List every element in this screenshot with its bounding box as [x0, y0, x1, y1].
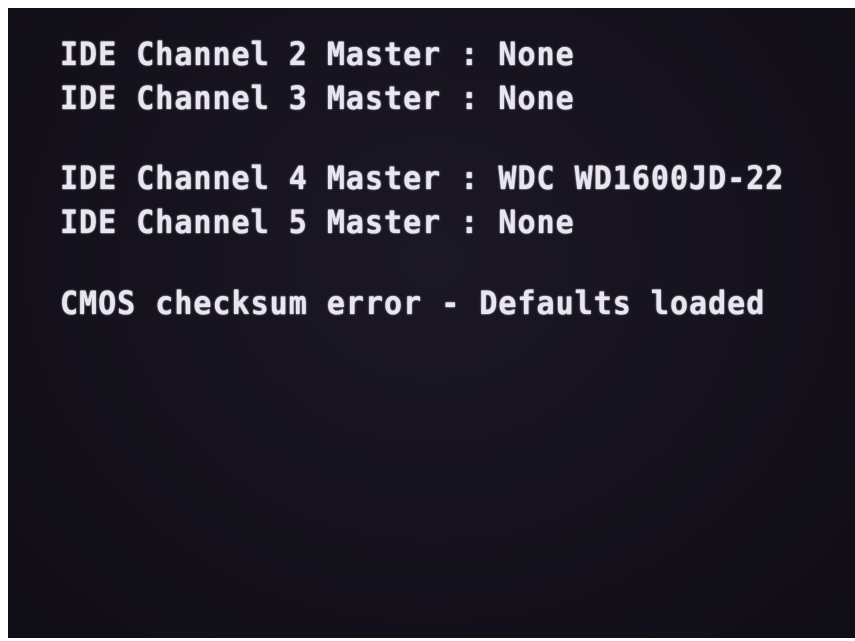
ide-channel-3-master-line: IDE Channel 3 Master : None — [60, 80, 575, 118]
ide-channel-4-master-line: IDE Channel 4 Master : WDC WD1600JD-22 — [60, 160, 785, 198]
cmos-checksum-error-message: CMOS checksum error - Defaults loaded — [60, 285, 766, 323]
ide-channel-5-master-line: IDE Channel 5 Master : None — [60, 204, 575, 242]
bios-screen: IDE Channel 2 Master : None IDE Channel … — [8, 8, 855, 638]
photo-frame: IDE Channel 2 Master : None IDE Channel … — [0, 0, 855, 641]
ide-channel-2-master-line: IDE Channel 2 Master : None — [60, 36, 575, 74]
